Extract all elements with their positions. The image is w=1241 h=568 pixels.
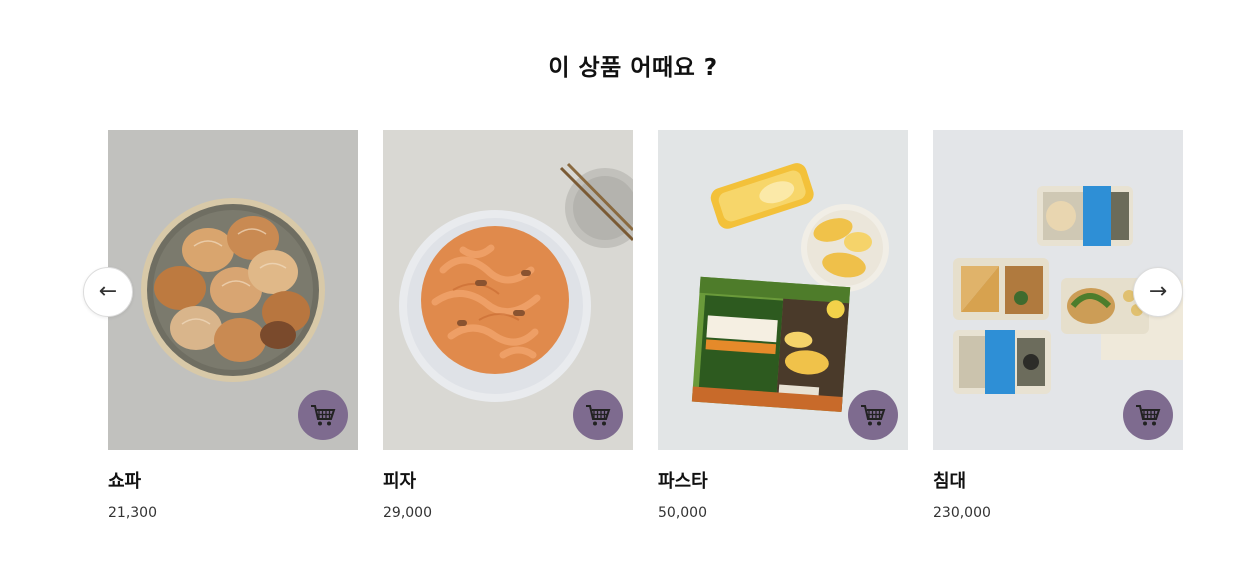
product-price: 29,000: [383, 505, 432, 521]
product-name[interactable]: 쇼파: [108, 470, 358, 494]
arrow-left-icon: ←: [98, 279, 118, 304]
cart-icon: [861, 405, 886, 426]
product-name[interactable]: 피자: [383, 470, 633, 494]
add-to-cart-button[interactable]: [573, 390, 623, 440]
product-card[interactable]: 침대 230,000: [933, 130, 1183, 530]
product-price: 50,000: [658, 505, 707, 521]
product-carousel: 쇼파 21,300 피자 29,000 파스타 50,000 침대 230,00…: [108, 130, 1183, 550]
cart-icon: [586, 405, 611, 426]
section-title: 이 상품 어때요 ?: [548, 55, 718, 81]
add-to-cart-button[interactable]: [1123, 390, 1173, 440]
cart-icon: [1136, 405, 1161, 426]
product-card[interactable]: 파스타 50,000: [658, 130, 908, 530]
product-name[interactable]: 침대: [933, 470, 1183, 494]
cart-icon: [311, 405, 336, 426]
product-name[interactable]: 파스타: [658, 470, 908, 494]
product-image[interactable]: [383, 130, 633, 450]
product-card[interactable]: 쇼파 21,300: [108, 130, 358, 530]
product-price: 21,300: [108, 505, 157, 521]
product-card[interactable]: 피자 29,000: [383, 130, 633, 530]
product-price: 230,000: [933, 505, 991, 521]
carousel-next-button[interactable]: →: [1133, 267, 1183, 317]
add-to-cart-button[interactable]: [298, 390, 348, 440]
arrow-right-icon: →: [1148, 279, 1168, 304]
carousel-prev-button[interactable]: ←: [83, 267, 133, 317]
add-to-cart-button[interactable]: [848, 390, 898, 440]
product-image[interactable]: [658, 130, 908, 450]
product-image[interactable]: [108, 130, 358, 450]
